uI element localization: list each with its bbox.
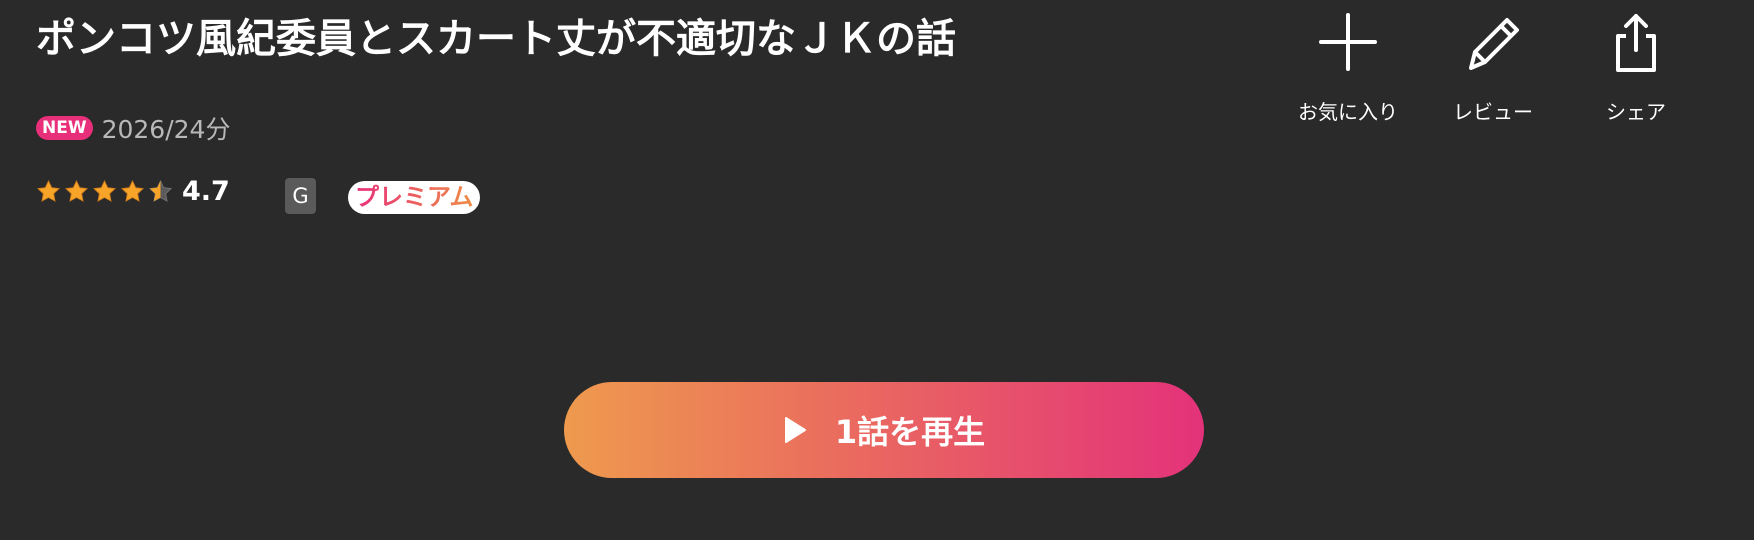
play-button-label: 1話を再生 (834, 413, 986, 451)
star-rating (36, 179, 176, 204)
favorite-label: お気に入り (1298, 100, 1398, 124)
play-icon (784, 417, 806, 443)
premium-badge: プレミアム (348, 181, 481, 214)
star-icon (36, 179, 61, 202)
share-label: シェア (1606, 100, 1666, 124)
star-icon (120, 179, 145, 202)
half-star-icon (148, 179, 173, 202)
star-icon (92, 179, 117, 202)
page-title: ポンコツ風紀委員とスカート丈が不適切なＪＫの話 (36, 16, 956, 62)
share-button[interactable]: シェア (1571, 10, 1701, 125)
review-label: レビュー (1453, 100, 1533, 124)
release-duration-text: 2026/24分 (101, 115, 231, 144)
meta-row: NEW 2026/24分 (36, 110, 230, 146)
rating-row[interactable]: 4.7 (36, 176, 230, 207)
favorite-button[interactable]: お気に入り (1283, 10, 1413, 125)
premium-label: プレミアム (355, 183, 474, 211)
plus-icon (1319, 13, 1377, 71)
star-icon (64, 179, 89, 202)
age-rating-badge: G (285, 178, 316, 214)
new-badge: NEW (36, 116, 93, 140)
pencil-icon (1469, 18, 1519, 70)
title-detail-header: ポンコツ風紀委員とスカート丈が不適切なＪＫの話 NEW 2026/24分 4.7… (0, 0, 1754, 540)
review-button[interactable]: レビュー (1428, 10, 1558, 125)
share-icon (1616, 14, 1656, 72)
rating-value: 4.7 (182, 176, 230, 207)
play-episode-button[interactable]: 1話を再生 (564, 382, 1204, 478)
